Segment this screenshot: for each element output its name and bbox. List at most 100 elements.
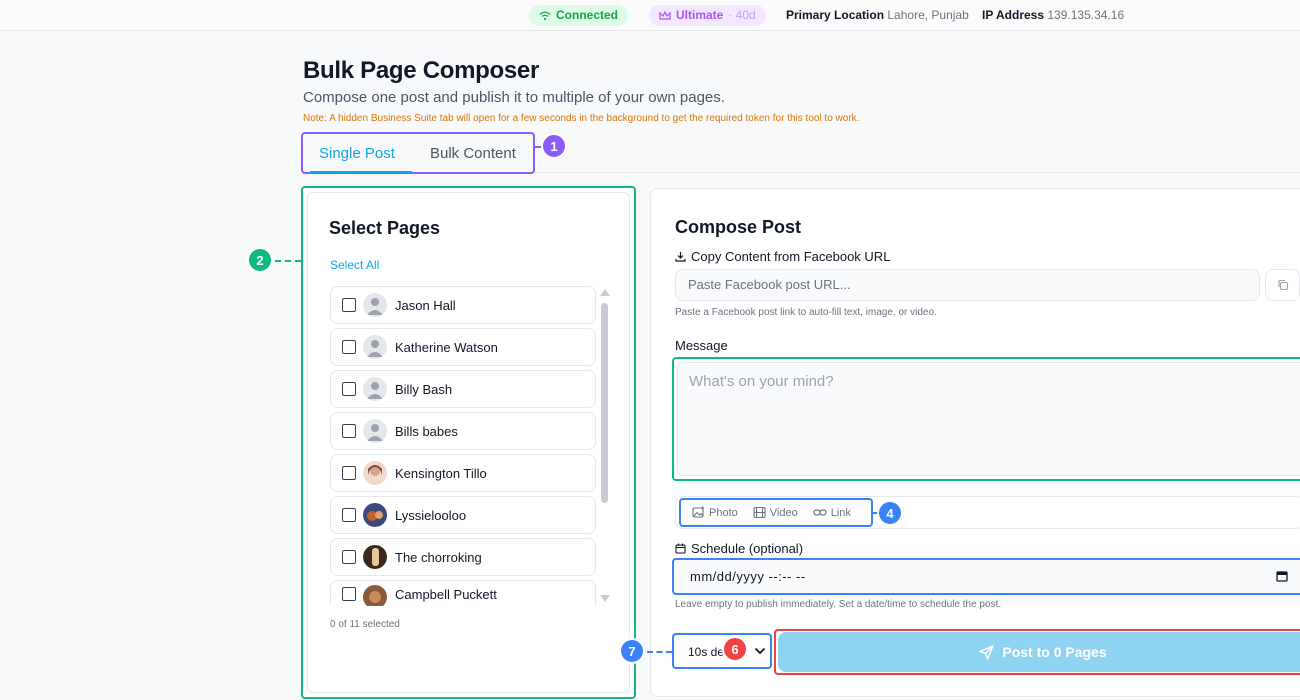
- connection-status-text: Connected: [556, 8, 619, 22]
- page-name: Campbell Puckett: [395, 587, 497, 602]
- link-label: Link: [830, 506, 851, 519]
- schedule-datetime-input[interactable]: mm/dd/yyyy --:-- --: [672, 558, 1300, 595]
- schedule-label: Schedule (optional): [675, 541, 803, 556]
- profile-photo-icon: [372, 548, 379, 566]
- video-button[interactable]: Video: [753, 506, 798, 519]
- select-pages-title: Select Pages: [329, 218, 441, 238]
- avatar: [363, 377, 387, 401]
- page-checkbox[interactable]: [342, 587, 356, 601]
- primary-location: Primary Location Lahore, Punjab: [786, 8, 969, 22]
- image-icon: [692, 506, 704, 518]
- wifi-icon: [539, 11, 551, 20]
- page-checkbox[interactable]: [342, 298, 356, 312]
- page-row[interactable]: Billy Bash: [330, 370, 596, 408]
- location-value: Lahore, Punjab: [887, 8, 969, 22]
- plan-badge: Ultimate · 40d: [649, 5, 766, 26]
- facebook-url-input[interactable]: Paste Facebook post URL...: [675, 269, 1260, 301]
- send-icon: [979, 644, 995, 660]
- page-checkbox[interactable]: [342, 340, 356, 354]
- crown-icon: [659, 10, 671, 20]
- avatar: [363, 335, 387, 359]
- select-all-link[interactable]: Select All: [330, 258, 379, 272]
- calendar-picker-icon[interactable]: [1276, 570, 1288, 582]
- page-checkbox[interactable]: [342, 550, 356, 564]
- callout-badge-4: 4: [877, 500, 903, 526]
- message-textarea[interactable]: What's on your mind?: [677, 362, 1300, 476]
- page-name: Jason Hall: [395, 297, 456, 313]
- page-title: Bulk Page Composer: [303, 57, 539, 84]
- copy-url-label-text: Copy Content from Facebook URL: [691, 249, 891, 264]
- page-row[interactable]: Katherine Watson: [330, 328, 596, 366]
- page-note: Note: A hidden Business Suite tab will o…: [303, 113, 860, 124]
- avatar: [363, 293, 387, 317]
- page-checkbox[interactable]: [342, 508, 356, 522]
- location-label: Primary Location: [786, 8, 885, 22]
- schedule-value: mm/dd/yyyy --:-- --: [690, 569, 806, 584]
- ip-address: IP Address 139.135.34.16: [982, 8, 1124, 22]
- user-icon: [367, 340, 383, 357]
- avatar: [363, 545, 387, 569]
- profile-photo-icon: [367, 511, 383, 521]
- ip-value: 139.135.34.16: [1047, 8, 1125, 22]
- active-tab-indicator: [310, 171, 412, 173]
- calendar-icon: [675, 543, 686, 554]
- connection-status-badge: Connected: [529, 5, 629, 26]
- photo-button[interactable]: Photo: [692, 506, 738, 519]
- page-checkbox[interactable]: [342, 424, 356, 438]
- page-row[interactable]: Jason Hall: [330, 286, 596, 324]
- select-pages-panel: Select Pages Select All Jason Hall Kathe…: [301, 186, 636, 699]
- photo-label: Photo: [709, 506, 738, 519]
- page-name: Katherine Watson: [395, 339, 498, 355]
- page-row[interactable]: Campbell Puckett: [330, 580, 596, 609]
- page-row[interactable]: Lyssielooloo: [330, 496, 596, 534]
- page-name: Billy Bash: [395, 381, 453, 397]
- attachment-buttons: Photo Video Link: [679, 498, 873, 527]
- page-name: Kensington Tillo: [395, 465, 487, 481]
- callout-line-7: [647, 651, 672, 653]
- post-button-label: Post to 0 Pages: [1002, 644, 1107, 660]
- page-checkbox[interactable]: [342, 466, 356, 480]
- pages-scrollbar[interactable]: [599, 289, 610, 603]
- copy-icon: [1277, 279, 1288, 291]
- page-subtitle: Compose one post and publish it to multi…: [303, 89, 725, 106]
- message-field-highlight: What's on your mind?: [672, 357, 1300, 481]
- link-button[interactable]: Link: [813, 506, 851, 519]
- user-icon: [367, 298, 383, 315]
- scroll-thumb[interactable]: [601, 303, 608, 503]
- scroll-up-icon[interactable]: [600, 289, 610, 296]
- callout-badge-6: 6: [722, 636, 748, 662]
- page-row[interactable]: Kensington Tillo: [330, 454, 596, 492]
- page-name: Lyssielooloo: [395, 507, 467, 523]
- ip-label: IP Address: [982, 8, 1045, 22]
- plan-name: Ultimate: [676, 8, 724, 22]
- mode-tabs: Single Post Bulk Content: [301, 132, 535, 174]
- link-icon: [813, 509, 827, 516]
- film-icon: [753, 506, 766, 519]
- page-row[interactable]: The chorroking: [330, 538, 596, 576]
- callout-badge-1: 1: [541, 133, 567, 159]
- download-icon: [675, 252, 686, 262]
- selected-count: 0 of 11 selected: [330, 619, 400, 630]
- video-label: Video: [769, 506, 798, 519]
- tab-single-post[interactable]: Single Post: [319, 145, 395, 162]
- page-name: The chorroking: [395, 549, 482, 565]
- copy-content-button[interactable]: [1265, 269, 1300, 301]
- post-to-pages-button[interactable]: Post to 0 Pages: [778, 632, 1300, 672]
- compose-post-title: Compose Post: [675, 217, 802, 237]
- url-hint: Paste a Facebook post link to auto-fill …: [675, 307, 937, 318]
- tab-bulk-content[interactable]: Bulk Content: [430, 145, 516, 162]
- message-label: Message: [675, 338, 728, 353]
- avatar: [363, 503, 387, 527]
- tabs-divider: [535, 172, 1300, 173]
- delay-value: 10s de: [688, 645, 725, 659]
- page-checkbox[interactable]: [342, 382, 356, 396]
- user-icon: [367, 424, 383, 441]
- page-row[interactable]: Bills babes: [330, 412, 596, 450]
- top-status-bar: Connected Ultimate · 40d Primary Locatio…: [0, 0, 1300, 31]
- callout-badge-2: 2: [247, 247, 273, 273]
- chevron-down-icon: [754, 647, 766, 655]
- page-name: Bills babes: [395, 423, 458, 439]
- profile-photo-icon: [368, 465, 382, 476]
- schedule-label-text: Schedule (optional): [691, 541, 804, 556]
- scroll-down-icon[interactable]: [600, 595, 610, 602]
